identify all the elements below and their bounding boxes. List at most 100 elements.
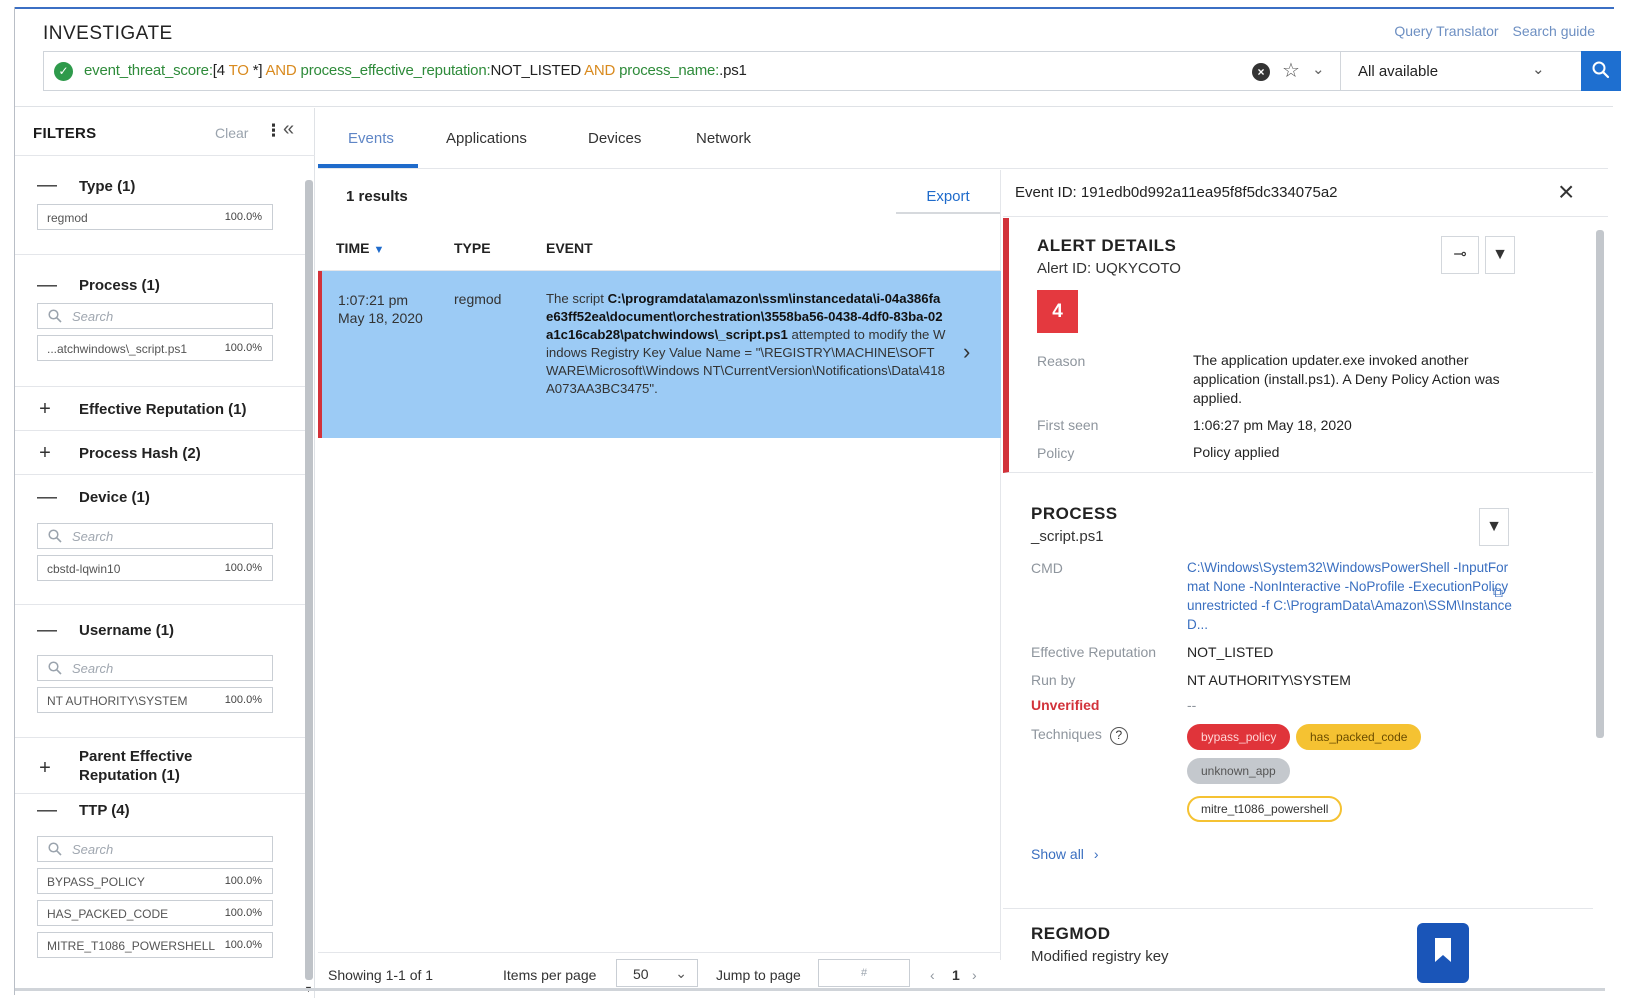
clear-filters-link[interactable]: Clear: [215, 125, 248, 141]
search-guide-link[interactable]: Search guide: [1512, 23, 1595, 39]
query-bar[interactable]: ✓ event_threat_score:[4 TO *] AND proces…: [43, 51, 1621, 91]
regmod-title: REGMOD: [1031, 924, 1111, 943]
column-event[interactable]: EVENT: [546, 240, 593, 256]
filter-group-label[interactable]: Type (1): [79, 178, 135, 195]
event-time: 1:07:21 pm May 18, 2020: [338, 292, 423, 326]
jump-to-page-label: Jump to page: [716, 967, 801, 983]
collapse-icon[interactable]: —: [37, 800, 57, 820]
technique-chip[interactable]: has_packed_code: [1296, 724, 1422, 750]
effective-reputation-value: NOT_LISTED: [1187, 644, 1274, 660]
username-search-input[interactable]: Search: [37, 655, 273, 681]
filter-value-row[interactable]: NT AUTHORITY\SYSTEM 100.0%: [37, 687, 273, 713]
regmod-subtitle: Modified registry key: [1031, 948, 1169, 965]
search-icon: [1592, 61, 1610, 79]
policy-label: Policy: [1037, 445, 1075, 461]
expand-icon[interactable]: +: [37, 758, 53, 778]
tab-events[interactable]: Events: [348, 130, 394, 147]
technique-chip[interactable]: unknown_app: [1187, 758, 1290, 784]
filter-group-label[interactable]: TTP (4): [79, 802, 130, 819]
filter-value-row[interactable]: HAS_PACKED_CODE 100.0%: [37, 900, 273, 926]
tab-devices[interactable]: Devices: [588, 130, 641, 147]
query-translator-link[interactable]: Query Translator: [1394, 23, 1498, 39]
more-options-icon[interactable]: ⋮: [265, 121, 282, 141]
page-title: INVESTIGATE: [43, 23, 173, 44]
collapse-panel-icon[interactable]: «: [283, 118, 294, 141]
filter-group-label[interactable]: Process (1): [79, 277, 160, 294]
process-section: PROCESS _script.ps1 ▼ CMD C:\Windows\Sys…: [1003, 490, 1593, 920]
next-page-icon[interactable]: ›: [972, 967, 977, 983]
ttp-search-input[interactable]: Search: [37, 836, 273, 862]
technique-chip[interactable]: bypass_policy: [1187, 724, 1291, 750]
prev-page-icon[interactable]: ‹: [930, 967, 935, 983]
filter-value-row[interactable]: regmod 100.0%: [37, 204, 273, 230]
first-seen-label: First seen: [1037, 417, 1099, 433]
alert-menu-chevron-icon[interactable]: ▼: [1485, 236, 1515, 274]
chevron-right-icon[interactable]: ›: [963, 339, 970, 365]
jump-to-page-input[interactable]: #: [818, 959, 910, 987]
share-branch-icon[interactable]: ⊸: [1441, 236, 1479, 274]
table-row[interactable]: 1:07:21 pm May 18, 2020 regmod The scrip…: [318, 271, 1001, 438]
filter-group-label[interactable]: Effective Reputation (1): [79, 401, 247, 418]
event-details-panel: Event ID: 191edb0d992a11ea95f8f5dc334075…: [1003, 170, 1608, 998]
chevron-down-icon: ⌄: [675, 965, 687, 981]
tab-network[interactable]: Network: [696, 130, 751, 147]
unverified-value: --: [1187, 697, 1197, 713]
filter-group-label[interactable]: Device (1): [79, 489, 150, 506]
collapse-icon[interactable]: —: [37, 620, 57, 640]
filter-group-process: — Process (1) Search ...atchwindows\_scr…: [15, 255, 305, 387]
process-title: PROCESS: [1031, 504, 1118, 523]
search-button[interactable]: [1581, 51, 1621, 91]
filter-value-row[interactable]: cbstd-lqwin10 100.0%: [37, 555, 273, 581]
filter-group-label[interactable]: Parent Effective: [79, 748, 192, 765]
process-menu-chevron-icon[interactable]: ▼: [1479, 508, 1509, 546]
search-icon: [48, 309, 62, 323]
export-button[interactable]: Export: [896, 180, 1000, 214]
filter-value-row[interactable]: BYPASS_POLICY 100.0%: [37, 868, 273, 894]
filter-group-label-line2[interactable]: Reputation (1): [79, 767, 180, 784]
star-icon[interactable]: ☆: [1282, 58, 1300, 83]
first-seen-value: 1:06:27 pm May 18, 2020: [1193, 417, 1352, 433]
column-type[interactable]: TYPE: [454, 240, 491, 256]
policy-value: Policy applied: [1193, 444, 1280, 460]
scope-chevron-icon[interactable]: ⌄: [1532, 60, 1545, 78]
filter-value-row[interactable]: MITRE_T1086_POWERSHELL 100.0%: [37, 932, 273, 958]
sort-desc-icon[interactable]: ▼: [373, 244, 384, 256]
filter-group-ttp: — TTP (4) Search BYPASS_POLICY 100.0% HAS…: [15, 794, 305, 994]
search-icon: [48, 842, 62, 856]
help-icon[interactable]: ?: [1109, 727, 1128, 745]
reason-label: Reason: [1037, 353, 1086, 369]
bottom-border: [15, 988, 1605, 991]
collapse-icon[interactable]: —: [37, 487, 57, 507]
expand-icon[interactable]: +: [37, 443, 53, 463]
items-per-page-label: Items per page: [503, 967, 597, 983]
filter-group-label[interactable]: Username (1): [79, 622, 174, 639]
process-search-input[interactable]: Search: [37, 303, 273, 329]
saved-queries-chevron-icon[interactable]: ⌄: [1312, 60, 1325, 78]
query-divider: [1340, 52, 1341, 90]
filter-group-label[interactable]: Process Hash (2): [79, 445, 201, 462]
effective-reputation-label: Effective Reputation: [1031, 644, 1157, 660]
current-page: 1: [952, 967, 960, 983]
clear-query-icon[interactable]: ×: [1252, 63, 1270, 81]
filter-value-row[interactable]: ...atchwindows\_script.ps1 100.0%: [37, 335, 273, 361]
column-time[interactable]: TIME ▼: [336, 240, 384, 256]
scope-select[interactable]: All available: [1358, 63, 1438, 80]
items-per-page-select[interactable]: 50 ⌄: [616, 959, 698, 987]
showing-text: Showing 1-1 of 1: [328, 967, 434, 983]
technique-chip[interactable]: mitre_t1086_powershell: [1187, 796, 1343, 822]
cmd-label: CMD: [1031, 560, 1063, 576]
bookmark-button[interactable]: [1417, 923, 1469, 983]
collapse-icon[interactable]: —: [37, 175, 57, 195]
query-input[interactable]: event_threat_score:[4 TO *] AND process_…: [84, 62, 747, 79]
tab-applications[interactable]: Applications: [446, 130, 527, 147]
device-search-input[interactable]: Search: [37, 523, 273, 549]
process-name: _script.ps1: [1031, 528, 1104, 545]
filters-scrollbar[interactable]: [305, 180, 313, 980]
threat-score-badge: 4: [1037, 290, 1078, 333]
show-all-link[interactable]: Show all ›: [1031, 846, 1099, 862]
copy-icon[interactable]: ⧉: [1493, 584, 1503, 601]
collapse-icon[interactable]: —: [37, 275, 57, 295]
expand-icon[interactable]: +: [37, 399, 53, 419]
details-scrollbar[interactable]: [1596, 230, 1604, 738]
close-icon[interactable]: ×: [1558, 176, 1574, 208]
